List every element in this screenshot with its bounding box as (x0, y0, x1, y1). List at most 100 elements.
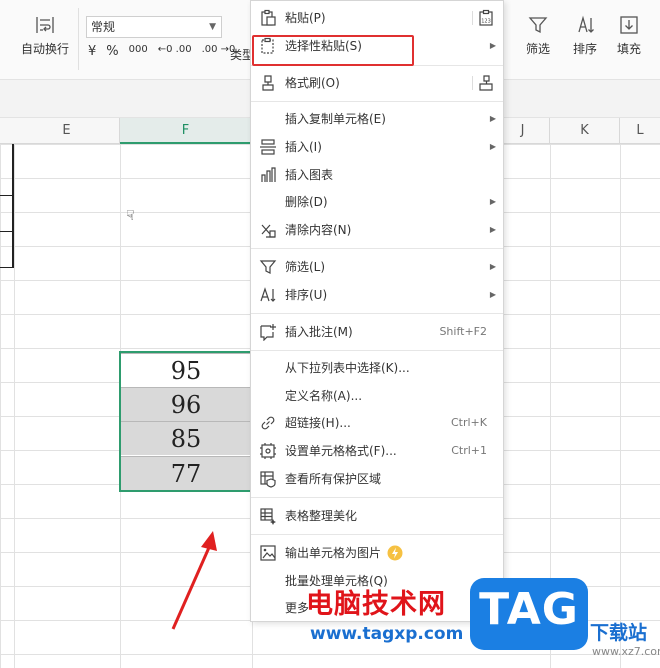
chevron-right-icon: ▶ (489, 114, 496, 123)
chevron-right-icon: ▶ (489, 290, 496, 299)
number-format-buttons: ¥ % 000 ←0 .00 .00 →0 (88, 44, 235, 64)
sort-button[interactable]: 排序 (573, 14, 597, 57)
menu-separator (251, 350, 503, 351)
menu-item-pick-from-list[interactable]: 从下拉列表中选择(K)... (251, 354, 503, 382)
paste-icon (261, 9, 276, 26)
menu-item-label: 插入复制单元格(E) (285, 112, 386, 126)
paste-values-icon[interactable]: 123 (477, 9, 495, 27)
hand-cursor-icon: ☟ (126, 208, 135, 224)
cell-f-value[interactable]: 77 (120, 456, 252, 490)
menu-item-beautify[interactable]: 表格整理美化 (251, 502, 503, 530)
eraser-icon (261, 224, 276, 238)
table-border (0, 267, 14, 268)
menu-item-shortcut: Ctrl+1 (451, 444, 487, 457)
red-arrow-annotation (171, 531, 217, 630)
menu-item-insert-chart[interactable]: 插入图表 (251, 161, 503, 189)
percent-button[interactable]: % (106, 44, 118, 64)
shield-icon (260, 471, 276, 488)
menu-item-format-cells[interactable]: 设置单元格格式(F)... Ctrl+1 (251, 437, 503, 465)
insert-icon (260, 139, 276, 155)
cell-f-value[interactable]: 95 (120, 353, 252, 387)
column-header-l[interactable]: L (620, 118, 660, 144)
fill-icon (620, 16, 638, 34)
watermark-download-url: www.xz7.com (592, 645, 660, 658)
menu-item-label: 清除内容(N) (285, 223, 352, 237)
ribbon-divider (78, 8, 79, 70)
menu-item-label: 插入(I) (285, 140, 322, 154)
menu-item-insert-copied[interactable]: 插入复制单元格(E) ▶ (251, 105, 503, 133)
watermark-site-url: www.tagxp.com (310, 624, 464, 644)
menu-item-insert[interactable]: 插入(I) ▶ (251, 133, 503, 161)
menu-item-export-image[interactable]: 输出单元格为图片 (251, 539, 503, 567)
menu-item-label: 表格整理美化 (285, 509, 358, 523)
menu-item-insert-comment[interactable]: 插入批注(M) Shift+F2 (251, 318, 503, 346)
filter-icon (259, 260, 277, 274)
menu-divider (472, 11, 473, 25)
menu-item-shortcut: Shift+F2 (439, 325, 487, 338)
menu-item-label: 查看所有保护区域 (285, 472, 382, 486)
fill-button[interactable]: 填充 (617, 14, 641, 57)
sort-label: 排序 (573, 42, 598, 56)
menu-item-paste[interactable]: 粘贴(P) 123 (251, 4, 503, 32)
menu-separator (251, 248, 503, 249)
menu-item-filter[interactable]: 筛选(L) ▶ (251, 253, 503, 281)
chevron-down-icon: ▼ (209, 22, 216, 32)
thousands-button[interactable]: 000 (129, 44, 148, 64)
chart-icon (261, 167, 276, 182)
menu-item-protected-areas[interactable]: 查看所有保护区域 (251, 465, 503, 493)
menu-item-delete[interactable]: 删除(D) ▶ (251, 188, 503, 216)
menu-item-label: 插入图表 (285, 168, 334, 182)
menu-item-clear[interactable]: 清除内容(N) ▶ (251, 216, 503, 244)
wrap-text-button[interactable]: 自动换行 (20, 14, 70, 57)
number-format-select[interactable]: 常规 ▼ (86, 16, 222, 38)
wrap-text-icon (36, 17, 54, 33)
column-header-e[interactable]: E (14, 118, 120, 144)
grid-line (14, 144, 15, 668)
table-border (0, 195, 14, 196)
menu-item-label: 删除(D) (285, 195, 328, 209)
menu-separator (251, 534, 503, 535)
menu-item-define-name[interactable]: 定义名称(A)... (251, 382, 503, 410)
increase-decimal-button[interactable]: ←0 .00 (158, 44, 192, 64)
currency-button[interactable]: ¥ (88, 44, 96, 64)
column-header-j[interactable]: J (496, 118, 550, 144)
menu-separator (251, 101, 503, 102)
sort-icon (578, 15, 594, 33)
comment-icon (260, 324, 276, 341)
menu-item-label: 从下拉列表中选择(K)... (285, 361, 410, 375)
table-border (12, 144, 14, 268)
menu-item-label: 设置单元格格式(F)... (285, 444, 397, 458)
table-border (0, 231, 14, 232)
format-painter-lock-icon[interactable] (477, 74, 495, 92)
chevron-right-icon: ▶ (489, 262, 496, 271)
menu-item-hyperlink[interactable]: 超链接(H)... Ctrl+K (251, 409, 503, 437)
menu-item-label: 输出单元格为图片 (285, 546, 382, 560)
filter-button[interactable]: 筛选 (526, 14, 550, 57)
column-header-k[interactable]: K (550, 118, 620, 144)
menu-item-format-painter[interactable]: 格式刷(O) (251, 69, 503, 97)
filter-label: 筛选 (526, 42, 551, 56)
menu-item-label: 粘贴(P) (285, 11, 326, 25)
column-header-f[interactable]: F (120, 118, 252, 144)
link-icon (261, 416, 275, 430)
context-menu: 粘贴(P) 123 选择性粘贴(S) ▶ 格式刷(O) 插入复制单元格(E) ▶ (250, 0, 504, 622)
menu-item-label: 超链接(H)... (285, 416, 351, 430)
chevron-right-icon: ▶ (489, 197, 496, 206)
watermark-download-text: 下载站 (590, 622, 648, 644)
menu-item-label: 排序(U) (285, 288, 328, 302)
number-format-value: 常规 (91, 20, 116, 34)
menu-item-label: 筛选(L) (285, 260, 326, 274)
menu-divider (472, 76, 473, 90)
menu-item-shortcut: Ctrl+K (450, 416, 487, 429)
tag-logo: TAG (470, 578, 588, 650)
cell-f-value[interactable]: 85 (120, 421, 252, 455)
beautify-icon (260, 508, 276, 525)
menu-item-sort[interactable]: 排序(U) ▶ (251, 281, 503, 309)
chevron-right-icon: ▶ (489, 225, 496, 234)
chevron-right-icon: ▶ (489, 41, 496, 50)
sort-icon (260, 287, 276, 302)
menu-item-label: 格式刷(O) (285, 76, 340, 90)
cell-f-value[interactable]: 96 (120, 387, 252, 421)
menu-separator (251, 313, 503, 314)
menu-item-label: 定义名称(A)... (285, 389, 363, 403)
